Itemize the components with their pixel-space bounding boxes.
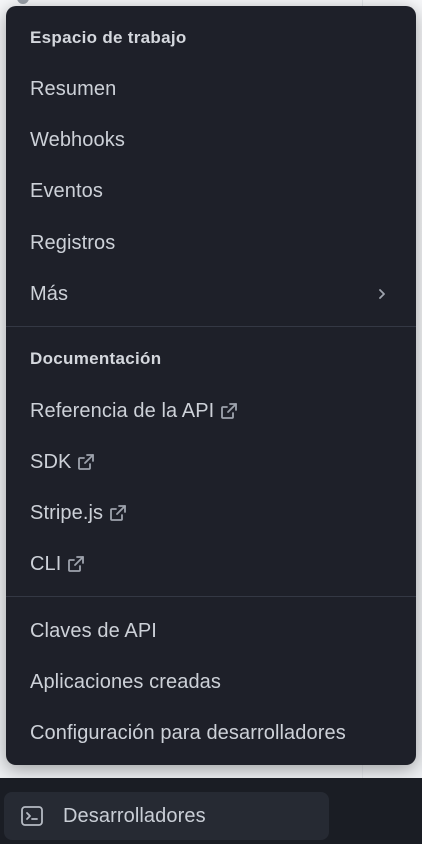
- partial-avatar-icon: [17, 0, 29, 4]
- menu-item-cli[interactable]: CLI: [6, 542, 416, 586]
- menu-item-developer-settings[interactable]: Configuración para desarrolladores: [6, 711, 416, 755]
- chevron-right-icon: [376, 288, 388, 300]
- menu-item-stripe-js[interactable]: Stripe.js: [6, 491, 416, 535]
- menu-item-created-apps[interactable]: Aplicaciones creadas: [6, 660, 416, 704]
- workspace-section-title: Espacio de trabajo: [30, 28, 187, 47]
- menu-item-label: Aplicaciones creadas: [30, 670, 221, 693]
- menu-item-label: Eventos: [30, 179, 103, 202]
- menu-item-label: Registros: [30, 231, 116, 254]
- developers-nav-button[interactable]: Desarrolladores: [4, 792, 329, 840]
- menu-item-label: Resumen: [30, 77, 117, 100]
- external-link-icon: [67, 555, 85, 573]
- developers-nav-label: Desarrolladores: [63, 804, 206, 827]
- menu-item-label: CLI: [30, 552, 62, 575]
- docs-section-title: Documentación: [30, 349, 162, 368]
- terminal-icon: [20, 804, 44, 828]
- developers-menu: Espacio de trabajo Resumen Webhooks Even…: [6, 6, 416, 765]
- menu-item-label: Webhooks: [30, 128, 125, 151]
- menu-item-label: SDK: [30, 450, 72, 473]
- menu-item-eventos[interactable]: Eventos: [6, 169, 416, 213]
- menu-item-resumen[interactable]: Resumen: [6, 67, 416, 111]
- external-link-icon: [109, 504, 127, 522]
- menu-item-label: Referencia de la API: [30, 399, 215, 422]
- menu-item-label: Configuración para desarrolladores: [30, 721, 346, 744]
- menu-divider: [6, 596, 416, 597]
- menu-item-sdk[interactable]: SDK: [6, 440, 416, 484]
- menu-item-api-keys[interactable]: Claves de API: [6, 609, 416, 653]
- menu-item-api-reference[interactable]: Referencia de la API: [6, 389, 416, 433]
- menu-item-label: Claves de API: [30, 619, 157, 642]
- menu-item-label: Stripe.js: [30, 501, 104, 524]
- menu-item-label: Más: [30, 282, 69, 305]
- menu-divider: [6, 326, 416, 327]
- menu-item-webhooks[interactable]: Webhooks: [6, 118, 416, 162]
- external-link-icon: [77, 453, 95, 471]
- menu-item-mas[interactable]: Más: [6, 272, 416, 316]
- menu-item-registros[interactable]: Registros: [6, 221, 416, 265]
- external-link-icon: [220, 402, 238, 420]
